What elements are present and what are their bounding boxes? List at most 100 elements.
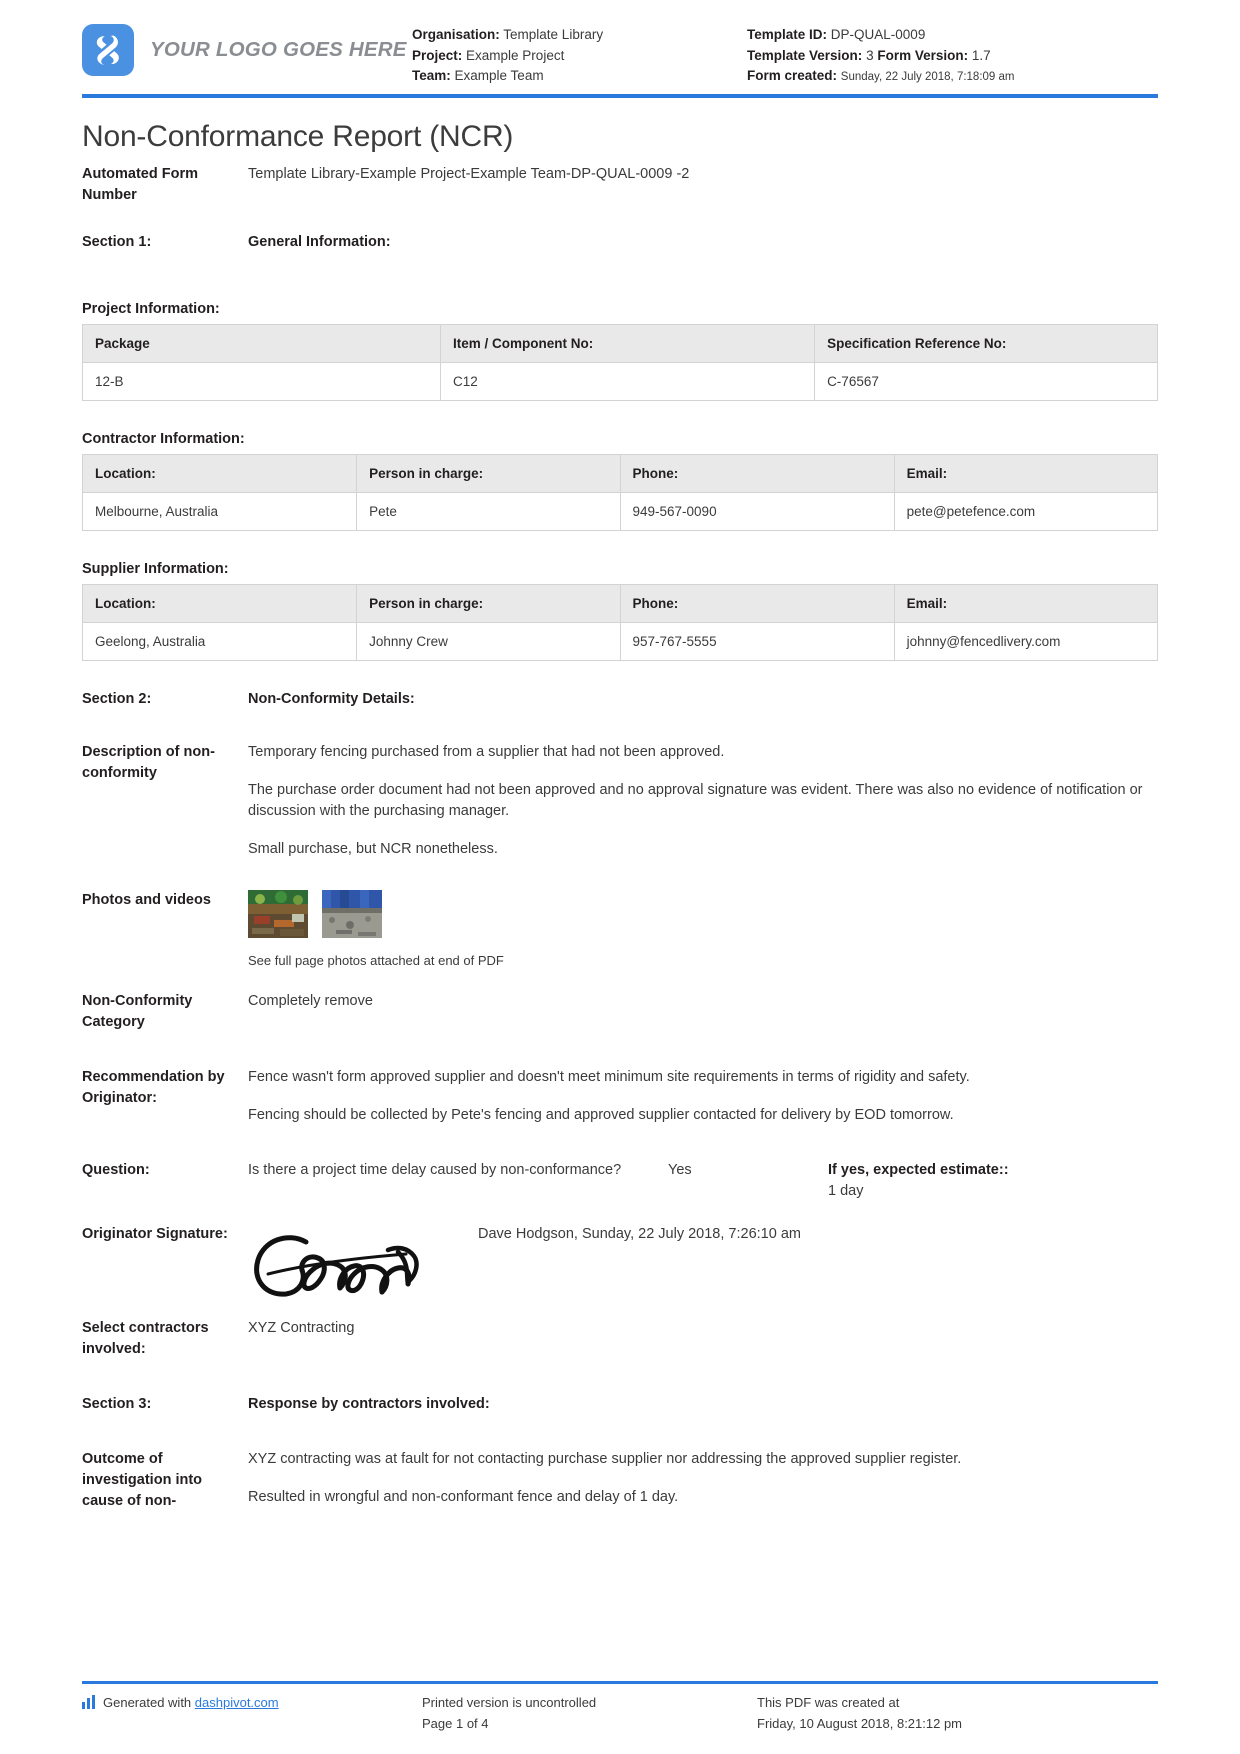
col-item-component: Item / Component No: bbox=[439, 324, 816, 363]
col-person-in-charge: Person in charge: bbox=[356, 584, 621, 623]
description-label: Description of non-conformity bbox=[82, 744, 215, 781]
photos-label: Photos and videos bbox=[82, 892, 211, 908]
section1-row: Section 1: General Information: bbox=[82, 232, 1158, 253]
organisation-line: Organisation: Template Library bbox=[412, 25, 747, 46]
outcome-label: Outcome of investigation into cause of n… bbox=[82, 1451, 203, 1509]
template-version-label: Template Version: bbox=[747, 47, 863, 63]
footer-generated: Generated with dashpivot.com bbox=[82, 1692, 422, 1734]
template-version-value: 3 bbox=[866, 47, 874, 63]
header-meta-right: Template ID: DP-QUAL-0009 Template Versi… bbox=[747, 20, 1158, 88]
estimate-value: 1 day bbox=[828, 1183, 864, 1199]
question-label: Question: bbox=[82, 1162, 150, 1178]
contractors-row: Select contractors involved: XYZ Contrac… bbox=[82, 1318, 1158, 1360]
question-estimate: If yes, expected estimate:: 1 day bbox=[828, 1160, 1158, 1202]
organisation-label: Organisation: bbox=[412, 27, 500, 42]
signature-value: Dave Hodgson, Sunday, 22 July 2018, 7:26… bbox=[248, 1224, 1158, 1304]
section3-row: Section 3: Response by contractors invol… bbox=[82, 1394, 1158, 1415]
question-answer: Yes bbox=[668, 1162, 692, 1178]
form-created-label: Form created: bbox=[747, 68, 838, 83]
signature-meta: Dave Hodgson, Sunday, 22 July 2018, 7:26… bbox=[478, 1226, 801, 1242]
project-value: Example Project bbox=[466, 47, 565, 63]
cell-email: pete@petefence.com bbox=[893, 492, 1159, 531]
estimate-label: If yes, expected estimate:: bbox=[828, 1162, 1009, 1178]
section2-value: Non-Conformity Details: bbox=[248, 691, 415, 707]
signature-image bbox=[248, 1224, 478, 1304]
section1-label: Section 1: bbox=[82, 234, 152, 250]
photo-thumbnail[interactable] bbox=[248, 890, 308, 938]
team-value: Example Team bbox=[454, 68, 544, 83]
recommendation-paragraph: Fence wasn't form approved supplier and … bbox=[248, 1069, 970, 1085]
description-row: Description of non-conformity Temporary … bbox=[82, 742, 1158, 860]
question-answer-group: Is there a project time delay caused by … bbox=[248, 1160, 1158, 1202]
project-information-table: Package Item / Component No: Specificati… bbox=[82, 324, 1158, 401]
col-email: Email: bbox=[893, 454, 1159, 493]
photo-strip bbox=[248, 890, 1158, 938]
supplier-information-table: Location: Person in charge: Phone: Email… bbox=[81, 584, 1159, 661]
automated-form-value: Template Library-Example Project-Example… bbox=[248, 166, 690, 182]
photos-row: Photos and videos See full page photos a… bbox=[82, 890, 1158, 971]
automated-form-label: Automated Form Number bbox=[82, 166, 198, 203]
footer-created-line1: This PDF was created at bbox=[757, 1695, 900, 1710]
question-row: Question: Is there a project time delay … bbox=[82, 1160, 1158, 1202]
signature-wrap: Dave Hodgson, Sunday, 22 July 2018, 7:26… bbox=[248, 1224, 1158, 1304]
recommendation-row: Recommendation by Originator: Fence wasn… bbox=[82, 1067, 1158, 1126]
description-paragraph: Small purchase, but NCR nonetheless. bbox=[248, 841, 498, 857]
dashpivot-link[interactable]: dashpivot.com bbox=[195, 1695, 279, 1710]
cell-location: Melbourne, Australia bbox=[81, 492, 358, 531]
description-paragraph: The purchase order document had not been… bbox=[248, 782, 1143, 819]
cell-person-in-charge: Pete bbox=[356, 492, 621, 531]
company-logo-icon bbox=[82, 24, 134, 76]
form-created-value: Sunday, 22 July 2018, 7:18:09 am bbox=[840, 71, 1015, 83]
document-body: Automated Form Number Template Library-E… bbox=[0, 164, 1240, 1512]
description-paragraph: Temporary fencing purchased from a suppl… bbox=[248, 744, 725, 760]
table-header-row: Package Item / Component No: Specificati… bbox=[82, 324, 1158, 363]
section2-label: Section 2: bbox=[82, 691, 152, 707]
col-phone: Phone: bbox=[619, 454, 895, 493]
photos-caption: See full page photos attached at end of … bbox=[248, 953, 504, 968]
form-version-value: 1.7 bbox=[971, 47, 991, 63]
page-title: Non-Conformance Report (NCR) bbox=[82, 120, 514, 153]
photo-thumbnail[interactable] bbox=[322, 890, 382, 938]
signature-label: Originator Signature: bbox=[82, 1226, 228, 1242]
question-text: Is there a project time delay caused by … bbox=[248, 1162, 622, 1178]
section3-label: Section 3: bbox=[82, 1396, 152, 1412]
logo-block: YOUR LOGO GOES HERE bbox=[82, 20, 412, 76]
footer-printed: Printed version is uncontrolled Page 1 o… bbox=[422, 1692, 757, 1734]
table-row: Geelong, Australia Johnny Crew 957-767-5… bbox=[81, 622, 1159, 661]
cell-person-in-charge: Johnny Crew bbox=[356, 622, 621, 661]
signature-row: Originator Signature: Dave Hodgson, Sund… bbox=[82, 1224, 1158, 1304]
col-person-in-charge: Person in charge: bbox=[356, 454, 621, 493]
logo-text: YOUR LOGO GOES HERE bbox=[150, 38, 407, 61]
cell-phone: 957-767-5555 bbox=[619, 622, 895, 661]
table-header-row: Location: Person in charge: Phone: Email… bbox=[81, 454, 1159, 493]
logo-s-glyph bbox=[82, 24, 134, 76]
col-spec-reference: Specification Reference No: bbox=[814, 324, 1158, 363]
cell-spec-reference: C-76567 bbox=[814, 362, 1158, 401]
col-package: Package bbox=[82, 324, 441, 363]
template-id-line: Template ID: DP-QUAL-0009 bbox=[747, 25, 1158, 46]
project-line: Project: Example Project bbox=[412, 46, 747, 67]
version-line: Template Version: 3 Form Version: 1.7 bbox=[747, 46, 1158, 67]
project-information-heading: Project Information: bbox=[82, 301, 220, 317]
automated-form-row: Automated Form Number Template Library-E… bbox=[82, 164, 1158, 206]
col-email: Email: bbox=[893, 584, 1159, 623]
table-header-row: Location: Person in charge: Phone: Email… bbox=[81, 584, 1159, 623]
description-value: Temporary fencing purchased from a suppl… bbox=[248, 742, 1158, 860]
table-row: Melbourne, Australia Pete 949-567-0090 p… bbox=[81, 492, 1159, 531]
col-location: Location: bbox=[81, 584, 358, 623]
contractor-information-table: Location: Person in charge: Phone: Email… bbox=[81, 454, 1159, 531]
template-id-value: DP-QUAL-0009 bbox=[830, 27, 926, 42]
cell-phone: 949-567-0090 bbox=[619, 492, 895, 531]
supplier-information-heading: Supplier Information: bbox=[82, 561, 229, 577]
dashpivot-logo-icon bbox=[82, 1695, 95, 1709]
cell-location: Geelong, Australia bbox=[81, 622, 358, 661]
section1-value: General Information: bbox=[248, 234, 391, 250]
footer-generated-text: Generated with dashpivot.com bbox=[103, 1692, 279, 1713]
category-label: Non-Conformity Category bbox=[82, 993, 193, 1030]
document-header: YOUR LOGO GOES HERE Organisation: Templa… bbox=[0, 0, 1240, 88]
table-row: 12-B C12 C-76567 bbox=[82, 362, 1158, 401]
outcome-row: Outcome of investigation into cause of n… bbox=[82, 1449, 1158, 1512]
footer-divider bbox=[82, 1681, 1158, 1684]
recommendation-value: Fence wasn't form approved supplier and … bbox=[248, 1067, 1158, 1126]
question-value: Is there a project time delay caused by … bbox=[248, 1160, 1158, 1202]
